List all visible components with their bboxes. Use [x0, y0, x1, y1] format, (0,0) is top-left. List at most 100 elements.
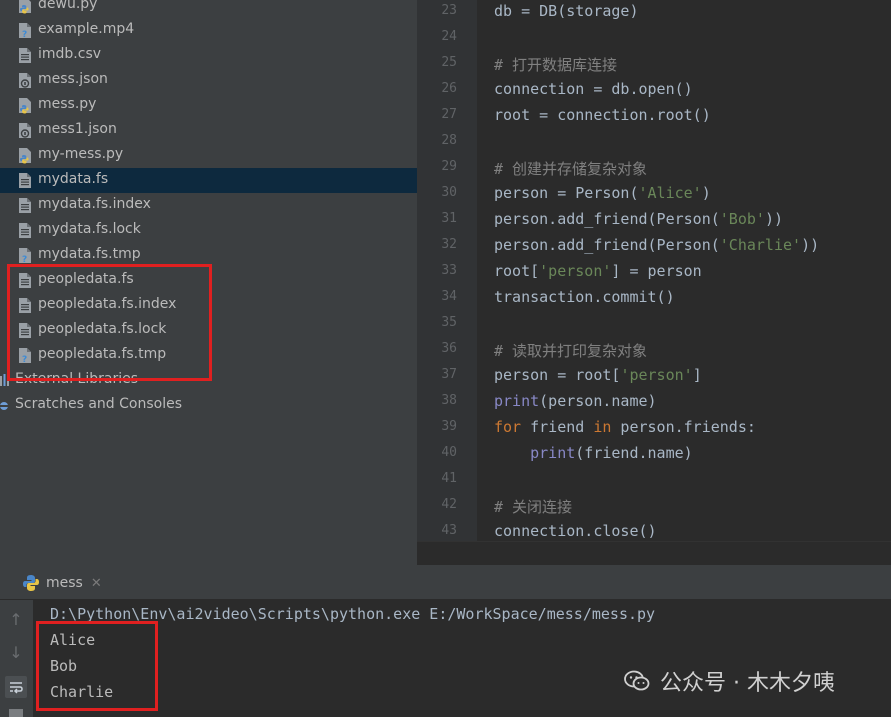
code-editor[interactable]: 23 db = DB(storage) 24 25 # 打开数据库连接 26 connect… [417, 0, 891, 541]
text-file-icon [19, 173, 31, 188]
line-number: 31 [441, 211, 457, 226]
python-file-icon [19, 0, 31, 14]
code-line[interactable]: 23 db = DB(storage) [417, 0, 891, 25]
line-number: 36 [441, 341, 457, 356]
file-name: mess1.json [38, 121, 117, 137]
line-number: 35 [441, 315, 457, 330]
code-line[interactable]: 39 for friend in person.friends: [417, 415, 891, 441]
code-text: connection = db.open() [494, 80, 693, 98]
code-line[interactable]: 32 person.add_friend(Person('Charlie')) [417, 233, 891, 259]
highlight-box-files [7, 264, 212, 381]
run-tab-label: mess [46, 575, 83, 591]
code-line[interactable]: 36 # 读取并打印复杂对象 [417, 337, 891, 363]
line-number: 33 [441, 263, 457, 278]
close-icon[interactable]: ✕ [91, 576, 102, 591]
json-file-icon [19, 73, 31, 88]
file-tree-item[interactable]: mess.json [0, 68, 417, 93]
file-name: mydata.fs.tmp [38, 246, 141, 262]
code-text: root['person'] = person [494, 262, 702, 280]
line-number: 41 [441, 471, 457, 486]
code-line[interactable]: 30 person = Person('Alice') [417, 181, 891, 207]
tree-root-label: Scratches and Consoles [15, 396, 182, 412]
code-line[interactable]: 33 root['person'] = person [417, 259, 891, 285]
line-number: 29 [441, 159, 457, 174]
code-line[interactable]: 27 root = connection.root() [417, 103, 891, 129]
file-name: imdb.csv [38, 46, 102, 62]
code-text: # 读取并打印复杂对象 [494, 342, 648, 360]
code-line[interactable]: 26 connection = db.open() [417, 77, 891, 103]
file-tree-item[interactable]: imdb.csv [0, 43, 417, 68]
code-line[interactable]: 29 # 创建并存储复杂对象 [417, 155, 891, 181]
json-file-icon [19, 123, 31, 138]
file-name: example.mp4 [38, 21, 135, 37]
line-number: 39 [441, 419, 457, 434]
file-tree-item[interactable]: dewu.py [0, 0, 417, 18]
arrow-down-icon[interactable]: ↓ [5, 642, 27, 664]
run-tab-mess[interactable]: mess ✕ [22, 572, 102, 594]
python-file-icon [19, 148, 31, 164]
file-tree-item[interactable]: mydata.fs.index [0, 193, 417, 218]
file-tree-item[interactable]: mydata.fs [0, 168, 417, 193]
code-line[interactable]: 24 [417, 25, 891, 51]
code-text: person.add_friend(Person('Bob')) [494, 210, 783, 228]
line-number: 43 [441, 523, 457, 538]
code-line[interactable]: 31 person.add_friend(Person('Bob')) [417, 207, 891, 233]
line-number: 32 [441, 237, 457, 252]
code-line[interactable]: 41 [417, 467, 891, 493]
line-number: 40 [441, 445, 457, 460]
file-tree-item[interactable]: mydata.fs.lock [0, 218, 417, 243]
text-file-icon [19, 48, 31, 63]
unknown-file-icon: ? [19, 248, 31, 264]
highlight-box-output [36, 621, 158, 711]
line-number: 30 [441, 185, 457, 200]
line-number: 25 [441, 55, 457, 70]
python-icon [23, 575, 39, 591]
unknown-file-icon: ? [19, 23, 31, 39]
watermark: 公众号 · 木木夕咦 [600, 660, 891, 702]
arrow-up-icon[interactable]: ↑ [5, 609, 27, 631]
line-number: 37 [441, 367, 457, 382]
editor-scroll-area [417, 541, 891, 566]
text-file-icon [19, 198, 31, 213]
code-line[interactable]: 38 print(person.name) [417, 389, 891, 415]
code-text: print(person.name) [494, 392, 657, 410]
line-number: 26 [441, 81, 457, 96]
svg-text:?: ? [22, 30, 27, 39]
line-number: 42 [441, 497, 457, 512]
code-line[interactable]: 43 connection.close() [417, 519, 891, 541]
watermark-text: 公众号 · 木木夕咦 [660, 671, 835, 696]
code-line[interactable]: 35 [417, 311, 891, 337]
tree-item-scratches[interactable]: Scratches and Consoles [0, 393, 417, 418]
code-text: root = connection.root() [494, 106, 711, 124]
file-tree-item[interactable]: ? example.mp4 [0, 18, 417, 43]
line-number: 38 [441, 393, 457, 408]
file-tree-item[interactable]: mess.py [0, 93, 417, 118]
file-tree-item[interactable]: mess1.json [0, 118, 417, 143]
file-tree-item[interactable]: my-mess.py [0, 143, 417, 168]
soft-wrap-icon[interactable] [5, 676, 27, 698]
code-line[interactable]: 28 [417, 129, 891, 155]
file-name: mess.py [38, 96, 97, 112]
line-number: 23 [441, 3, 457, 18]
code-line[interactable]: 34 transaction.commit() [417, 285, 891, 311]
code-line[interactable]: 37 person = root['person'] [417, 363, 891, 389]
text-file-icon [19, 223, 31, 238]
line-number: 34 [441, 289, 457, 304]
file-name: mydata.fs [38, 171, 109, 187]
code-text: # 打开数据库连接 [494, 56, 618, 74]
file-name: mydata.fs.index [38, 196, 151, 212]
code-line[interactable]: 42 # 关闭连接 [417, 493, 891, 519]
line-number: 24 [441, 29, 457, 44]
wechat-icon [624, 670, 650, 691]
code-text: # 创建并存储复杂对象 [494, 160, 648, 178]
line-number: 28 [441, 133, 457, 148]
code-text: person = root['person'] [494, 366, 702, 384]
file-name: mess.json [38, 71, 108, 87]
print-icon[interactable] [5, 706, 27, 717]
python-file-icon [19, 98, 31, 114]
code-line[interactable]: 25 # 打开数据库连接 [417, 51, 891, 77]
run-toolbar: ↑ ↓ [0, 600, 33, 717]
code-line[interactable]: 40 print(friend.name) [417, 441, 891, 467]
file-name: mydata.fs.lock [38, 221, 141, 237]
code-text: person = Person('Alice') [494, 184, 711, 202]
